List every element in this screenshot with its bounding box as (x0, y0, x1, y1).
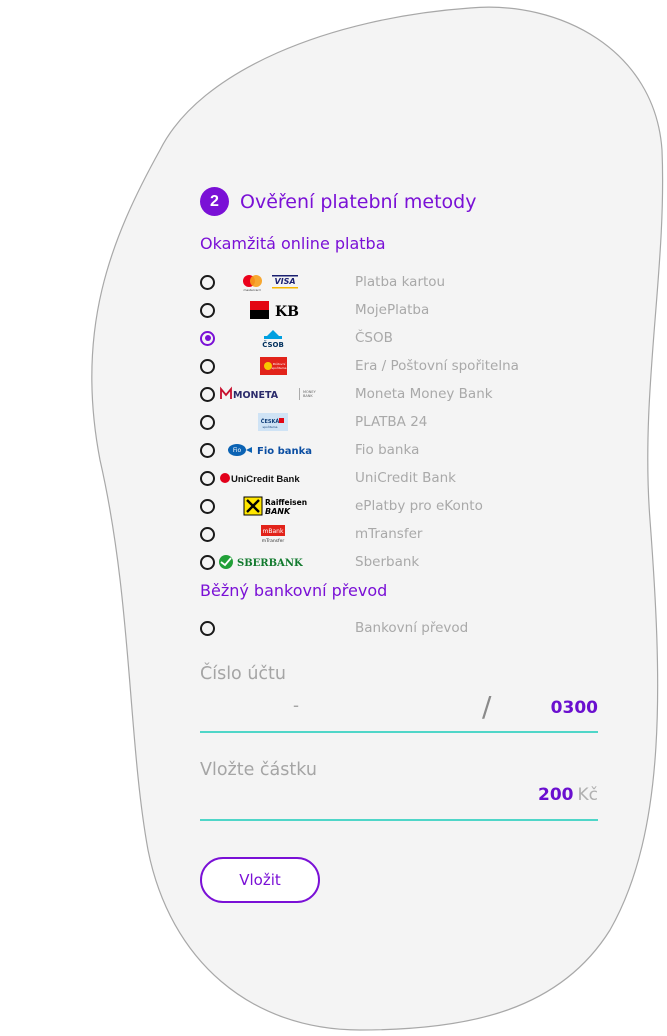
svg-text:UniCredit Bank: UniCredit Bank (231, 474, 300, 485)
svg-text:KB: KB (274, 304, 298, 320)
method-label: MojePlatba (355, 302, 430, 318)
unicredit-logo-icon: UniCredit Bank (215, 468, 330, 488)
step-title: Ověření platební metody (240, 190, 477, 213)
fio-logo-icon: Fio Fio banka (215, 440, 330, 460)
radio-button[interactable] (200, 470, 215, 486)
method-row-fio[interactable]: Fio Fio banka Fio banka (200, 439, 419, 461)
radio-button[interactable] (200, 554, 215, 570)
bank-code-value[interactable]: 0300 (551, 698, 598, 718)
method-label: Moneta Money Bank (355, 386, 493, 402)
svg-text:MONETA: MONETA (233, 390, 279, 401)
method-row-unicredit[interactable]: UniCredit Bank UniCredit Bank (200, 467, 456, 489)
bank-transfer-heading: Běžný bankovní převod (200, 581, 388, 600)
svg-text:BANK: BANK (265, 507, 291, 516)
svg-text:mastercard: mastercard (243, 288, 260, 292)
card-logo-icon: mastercard VISA (215, 272, 330, 292)
svg-text:spořitelna: spořitelna (262, 425, 277, 429)
radio-button[interactable] (200, 620, 215, 636)
method-row-csob[interactable]: ČSOB ČSOB (200, 327, 393, 349)
raiffeisen-logo-icon: Raiffeisen BANK (215, 496, 330, 516)
method-label: ePlatby pro eKonto (355, 498, 483, 514)
method-label: Platba kartou (355, 274, 446, 290)
method-row-sberbank[interactable]: SBERBANK Sberbank (200, 551, 419, 573)
radio-button[interactable] (200, 358, 215, 374)
radio-button[interactable] (200, 498, 215, 514)
method-row-platba24[interactable]: ČESKÁ spořitelna PLATBA 24 (200, 411, 427, 433)
step-number-badge: 2 (200, 187, 229, 216)
svg-text:VISA: VISA (274, 277, 295, 286)
method-row-kb[interactable]: KB MojePlatba (200, 299, 429, 321)
radio-button-selected[interactable] (200, 330, 215, 346)
radio-button[interactable] (200, 526, 215, 542)
svg-text:Fio: Fio (232, 447, 241, 454)
kb-logo-icon: KB (215, 300, 330, 320)
amount-value[interactable]: 200 (538, 785, 574, 805)
svg-text:Raiffeisen: Raiffeisen (265, 498, 307, 507)
radio-button[interactable] (200, 302, 215, 318)
csob-logo-icon: ČSOB (215, 328, 330, 348)
method-label: Fio banka (355, 442, 420, 458)
method-row-raiffeisen[interactable]: Raiffeisen BANK ePlatby pro eKonto (200, 495, 483, 517)
step-header: 2 Ověření platební metody (200, 187, 476, 216)
account-number-label: Číslo účtu (200, 664, 286, 684)
method-row-bank-transfer[interactable]: Bankovní převod (200, 617, 468, 639)
ceska-sporitelna-logo-icon: ČESKÁ spořitelna (215, 412, 330, 432)
amount-label: Vložte částku (200, 760, 317, 780)
method-label: ČSOB (355, 330, 393, 346)
method-label: UniCredit Bank (355, 470, 456, 486)
radio-button[interactable] (200, 414, 215, 430)
empty-logo-slot (215, 618, 330, 638)
account-number-input-underline[interactable] (200, 731, 598, 733)
radio-button[interactable] (200, 442, 215, 458)
method-row-card[interactable]: mastercard VISA Platba kartou (200, 271, 445, 293)
method-label: Bankovní převod (355, 620, 469, 636)
method-label: Sberbank (355, 554, 420, 570)
bank-code-separator: / (482, 690, 492, 723)
svg-text:Fio banka: Fio banka (257, 446, 312, 457)
svg-text:spořitelna: spořitelna (271, 366, 286, 370)
method-row-mtransfer[interactable]: mBank mTransfer mTransfer (200, 523, 422, 545)
amount-input-underline[interactable] (200, 819, 598, 821)
svg-text:BANK: BANK (303, 394, 313, 398)
amount-field[interactable]: 200 Kč (538, 785, 598, 805)
submit-button[interactable]: Vložit (200, 857, 320, 903)
method-label: Era / Poštovní spořitelna (355, 358, 519, 374)
currency-label: Kč (577, 785, 599, 805)
account-prefix-separator: - (293, 695, 299, 715)
instant-payment-heading: Okamžitá online platba (200, 234, 386, 253)
svg-text:mBank: mBank (262, 528, 283, 535)
sberbank-logo-icon: SBERBANK (215, 552, 330, 572)
background-blob (91, 6, 664, 1031)
method-row-moneta[interactable]: MONETA MONEY BANK Moneta Money Bank (200, 383, 493, 405)
method-row-era[interactable]: Poštovní spořitelna Era / Poštovní spoři… (200, 355, 519, 377)
method-label: mTransfer (355, 526, 423, 542)
moneta-logo-icon: MONETA MONEY BANK (215, 384, 330, 404)
postovni-sporitelna-logo-icon: Poštovní spořitelna (215, 356, 330, 376)
svg-text:SBERBANK: SBERBANK (237, 558, 303, 569)
svg-text:ČSOB: ČSOB (262, 340, 284, 348)
radio-button[interactable] (200, 386, 215, 402)
svg-text:ČESKÁ: ČESKÁ (260, 418, 279, 425)
radio-button[interactable] (200, 274, 215, 290)
svg-text:mTransfer: mTransfer (261, 538, 284, 544)
mbank-logo-icon: mBank mTransfer (215, 524, 330, 544)
method-label: PLATBA 24 (355, 414, 428, 430)
